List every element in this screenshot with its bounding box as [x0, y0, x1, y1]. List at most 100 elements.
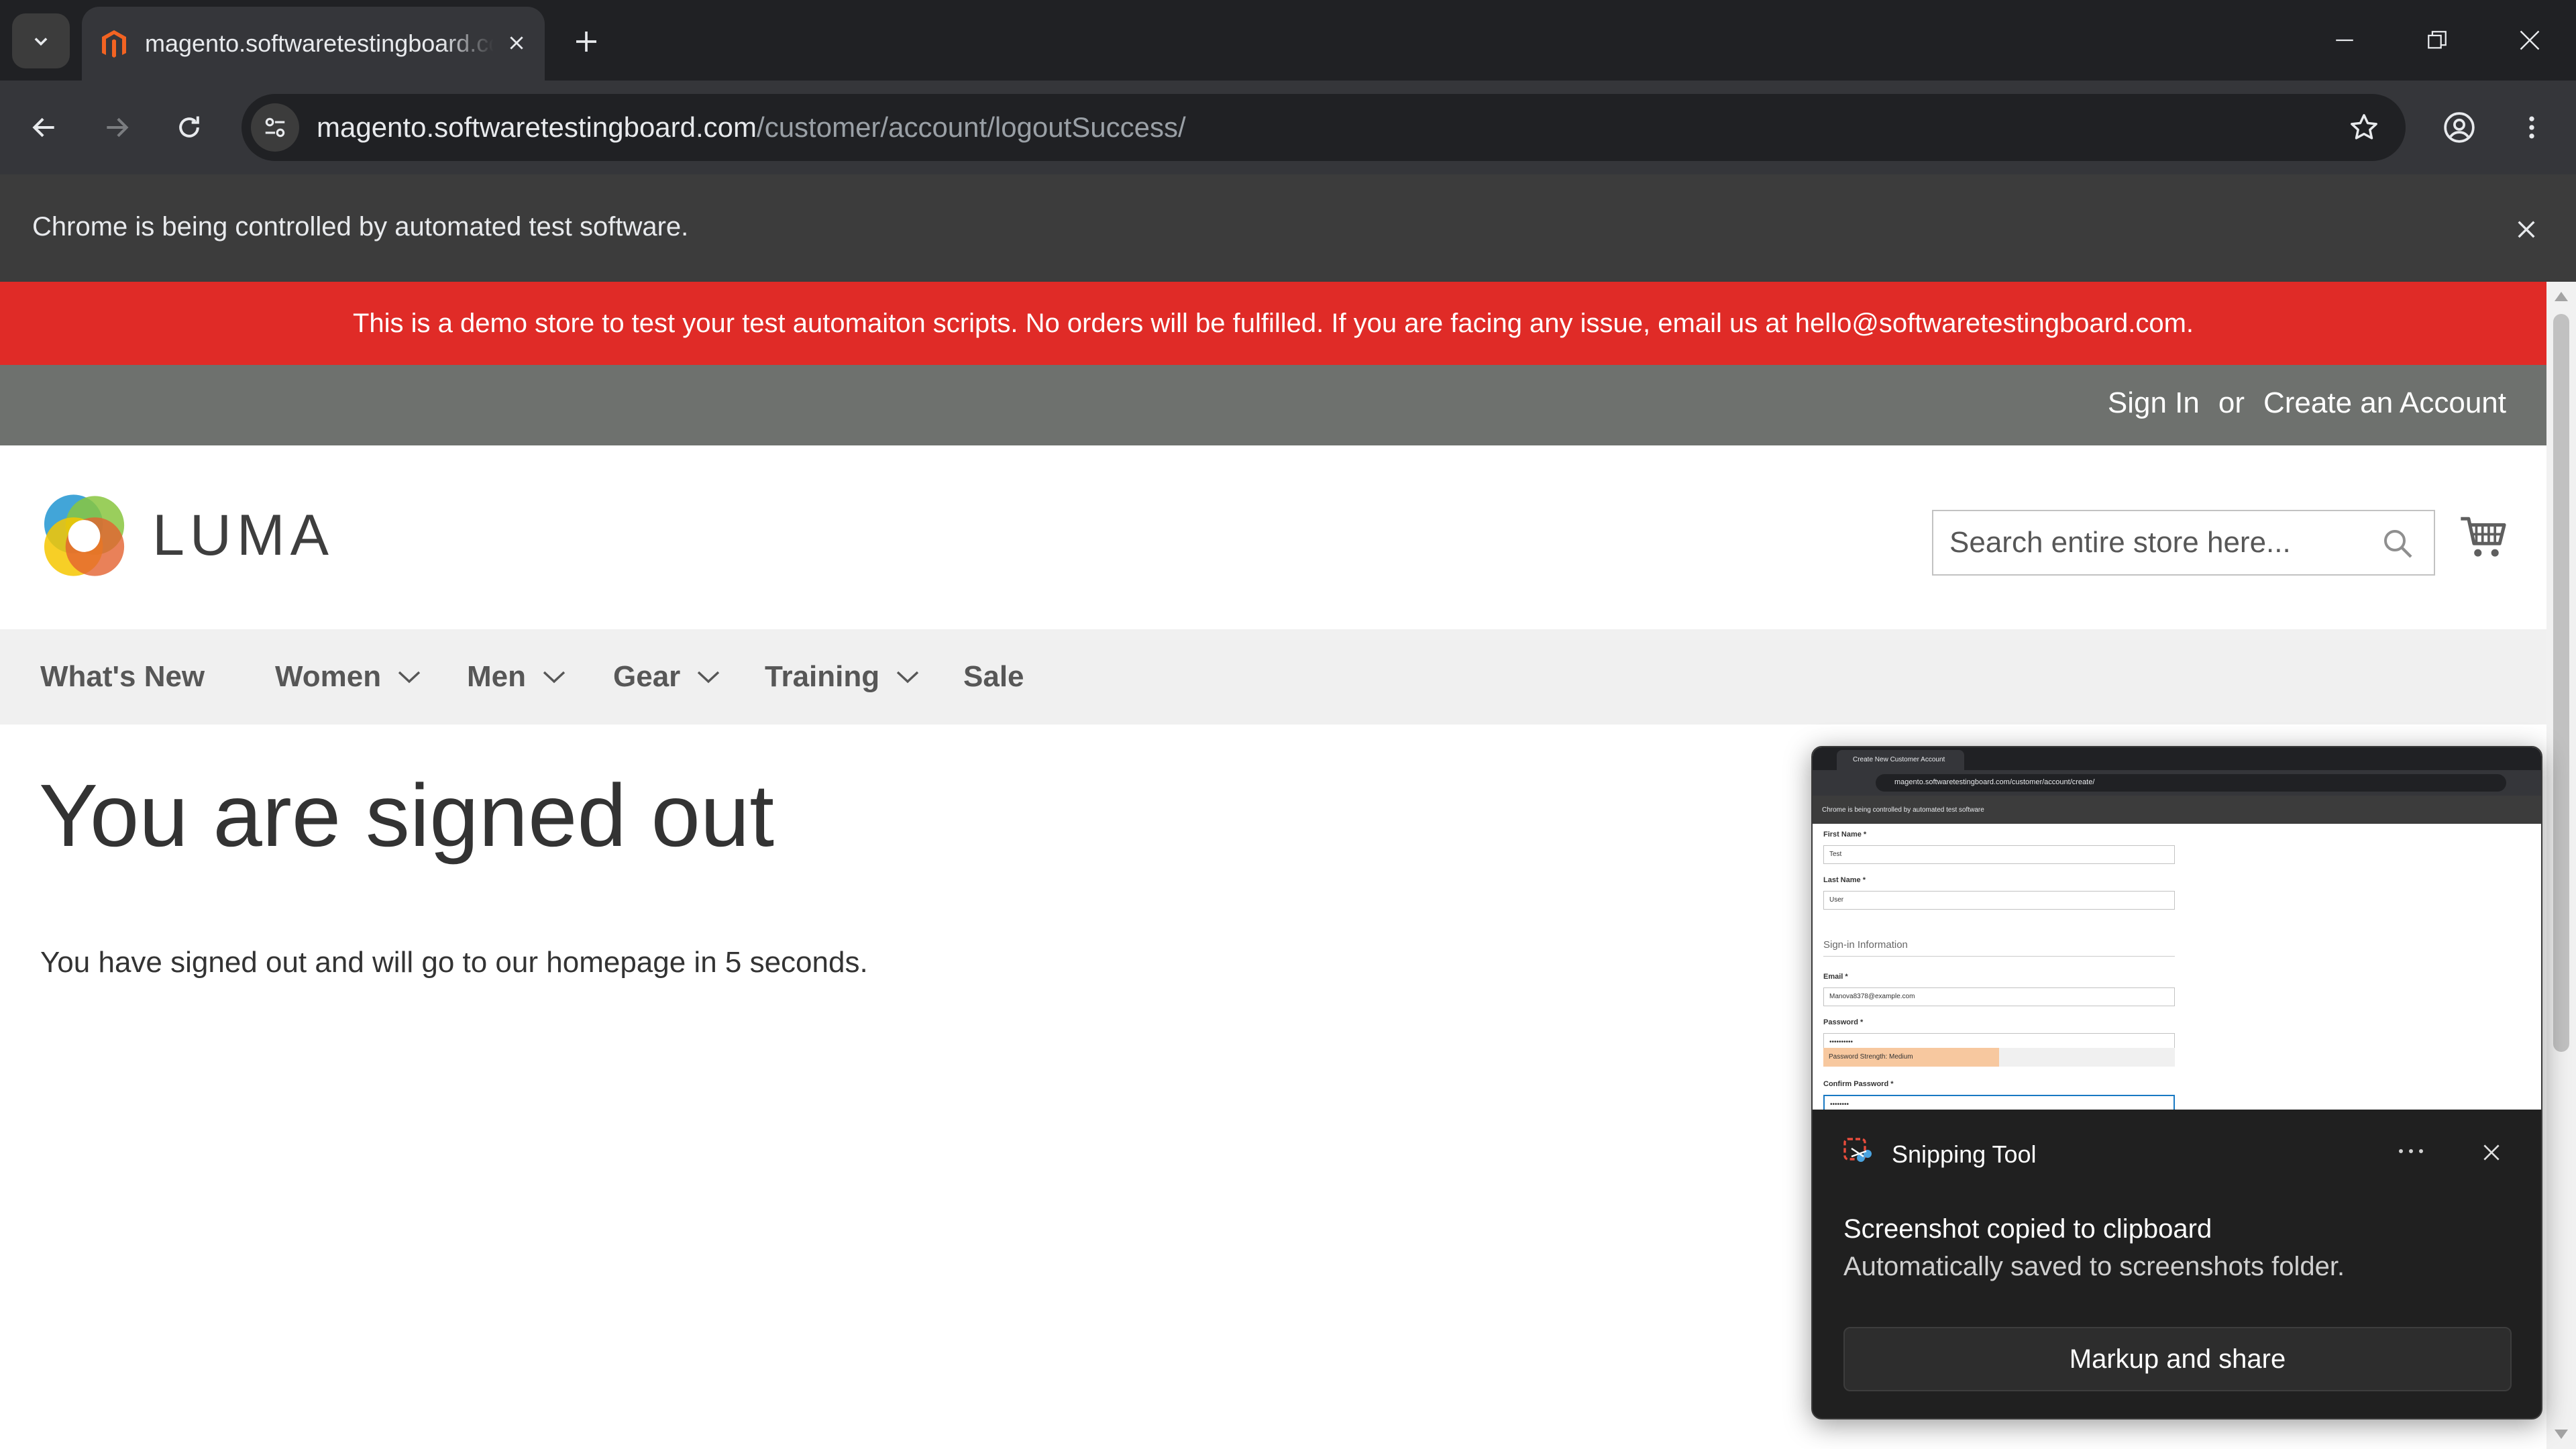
site-info-button[interactable] [251, 103, 299, 152]
plus-icon [576, 32, 596, 52]
header-links: Sign In or Create an Account [2108, 386, 2506, 420]
automation-notice: Chrome is being controlled by automated … [32, 212, 689, 241]
account-circle-icon [2444, 112, 2475, 143]
signout-message: You have signed out and will go to our h… [40, 946, 868, 979]
tab-title: magento.softwaretestingboard.com [145, 30, 494, 57]
demo-notice-banner: This is a demo store to test your test a… [0, 282, 2546, 365]
scroll-down-arrow[interactable] [2552, 1425, 2571, 1444]
notification-body: Automatically saved to screenshots folde… [1843, 1252, 2345, 1281]
notification-title: Screenshot copied to clipboard [1843, 1214, 2212, 1244]
minicart-button[interactable] [2459, 513, 2509, 562]
close-icon [510, 36, 523, 50]
minimize-icon [2336, 39, 2353, 42]
store-search [1932, 510, 2435, 576]
preview-confirm-label: Confirm Password * [1823, 1080, 1894, 1088]
chevron-down-icon [543, 671, 566, 684]
nav-label: Sale [963, 660, 1024, 693]
nav-item-men[interactable]: Men [467, 629, 566, 724]
shopping-cart-icon [2461, 517, 2506, 557]
nav-item-women[interactable]: Women [275, 629, 421, 724]
preview-password-label: Password * [1823, 1018, 1864, 1026]
scrollbar-thumb[interactable] [2553, 314, 2569, 1052]
profile-button[interactable] [2432, 101, 2486, 154]
preview-tab-title: Create New Customer Account [1837, 750, 1964, 770]
infobar-close-button[interactable] [2505, 208, 2548, 251]
header-or-text: or [2218, 386, 2245, 419]
scroll-up-arrow[interactable] [2552, 287, 2571, 306]
preview-section-title: Sign-in Information [1823, 939, 2175, 957]
preview-url: magento.softwaretestingboard.com/custome… [1876, 774, 2506, 792]
nav-item-sale[interactable]: Sale [963, 629, 1024, 724]
star-icon [2351, 114, 2377, 140]
notification-close-button[interactable] [2471, 1134, 2512, 1171]
header-panel: Sign In or Create an Account [0, 365, 2546, 445]
new-tab-button[interactable] [565, 20, 608, 63]
minimize-button[interactable] [2308, 11, 2381, 70]
luma-logo-icon [44, 494, 125, 576]
triangle-down-icon [2555, 1430, 2568, 1439]
chevron-down-icon [896, 671, 919, 684]
browser-toolbar: magento.softwaretestingboard.com/custome… [0, 80, 2576, 174]
back-button[interactable] [17, 101, 71, 154]
close-icon [2520, 30, 2540, 50]
preview-last-name-label: Last Name * [1823, 876, 1866, 884]
preview-email-field: Manova8378@example.com [1823, 987, 2175, 1006]
preview-password-strength: Password Strength: Medium [1823, 1048, 2175, 1067]
reload-icon [179, 116, 199, 138]
close-icon [2483, 1144, 2500, 1161]
tune-icon [265, 117, 285, 138]
chevron-down-icon [698, 671, 720, 684]
create-account-link[interactable]: Create an Account [2263, 386, 2506, 420]
browser-tab-active[interactable]: magento.softwaretestingboard.com [82, 7, 545, 80]
nav-item-whats-new[interactable]: What's New [40, 629, 205, 724]
nav-label: Women [275, 660, 382, 693]
page-title: You are signed out [39, 766, 775, 865]
preview-automation-notice: Chrome is being controlled by automated … [1813, 796, 2541, 824]
more-vert-icon [2529, 116, 2534, 139]
restore-icon [2428, 31, 2447, 49]
search-button[interactable] [2379, 525, 2416, 562]
window-close-button[interactable] [2493, 11, 2567, 70]
preview-toolbar: magento.softwaretestingboard.com/custome… [1813, 770, 2541, 796]
magento-favicon-icon [102, 30, 126, 58]
forward-button[interactable] [90, 101, 144, 154]
notification-header: Snipping Tool [1813, 1110, 2541, 1190]
markup-and-share-button[interactable]: Markup and share [1843, 1327, 2512, 1391]
preview-first-name-field: Test [1823, 845, 2175, 864]
browser-tab-bar: magento.softwaretestingboard.com [0, 0, 2576, 80]
address-bar[interactable]: magento.softwaretestingboard.com/custome… [241, 94, 2406, 161]
logo-text: LUMA [152, 502, 334, 568]
nav-item-training[interactable]: Training [765, 629, 920, 724]
url-host: magento.softwaretestingboard.com [317, 111, 757, 143]
nav-label: Training [765, 660, 880, 693]
tab-close-button[interactable] [498, 24, 535, 62]
close-icon [2518, 221, 2535, 238]
sign-in-link[interactable]: Sign In [2108, 386, 2200, 420]
notification-app-name: Snipping Tool [1892, 1140, 2037, 1168]
search-icon [2384, 530, 2412, 558]
notification-more-button[interactable] [2390, 1136, 2432, 1166]
preview-first-name-label: First Name * [1823, 830, 1867, 839]
reload-button[interactable] [162, 101, 216, 154]
nav-label: Men [467, 660, 526, 693]
preview-last-name-field: User [1823, 891, 2175, 910]
restore-button[interactable] [2400, 11, 2474, 70]
automation-infobar: Chrome is being controlled by automated … [0, 174, 2576, 282]
nav-item-gear[interactable]: Gear [613, 629, 720, 724]
nav-label: Gear [613, 660, 681, 693]
search-input[interactable] [1949, 511, 2365, 574]
snipping-tool-notification: Create New Customer Account magento.soft… [1811, 746, 2542, 1419]
preview-confirm-field: •••••••• [1823, 1095, 2175, 1110]
chevron-down-icon [34, 38, 48, 46]
browser-menu-button[interactable] [2505, 101, 2559, 154]
url-path: /customer/account/logoutSuccess/ [757, 111, 1186, 143]
bookmark-button[interactable] [2343, 106, 2385, 149]
preview-strength-meter: Password Strength: Medium [1823, 1048, 1999, 1067]
preview-email-label: Email * [1823, 973, 1848, 981]
screenshot-preview[interactable]: Create New Customer Account magento.soft… [1813, 747, 2541, 1110]
tab-search-button[interactable] [12, 13, 70, 68]
category-nav: What's New Women Men Gear Training Sale [0, 629, 2546, 724]
page-scrollbar[interactable] [2546, 282, 2576, 1449]
triangle-up-icon [2555, 292, 2568, 301]
luma-logo[interactable]: LUMA [39, 488, 334, 582]
